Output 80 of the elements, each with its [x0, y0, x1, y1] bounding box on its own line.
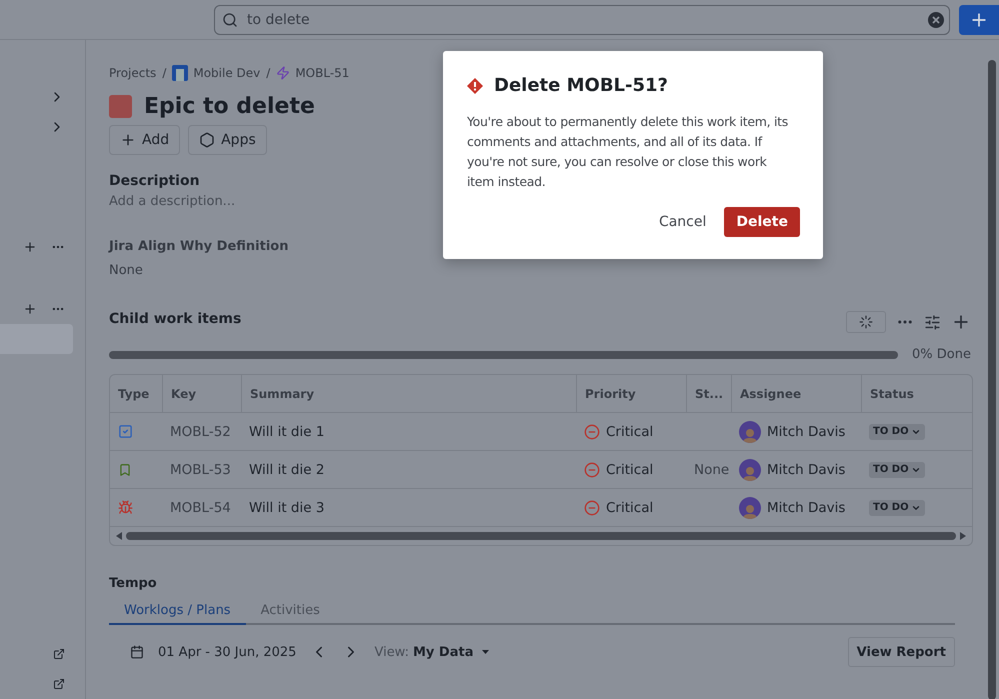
calendar-icon [130, 645, 144, 659]
create-button[interactable] [959, 4, 999, 34]
assignee-name: Mitch Davis [767, 500, 846, 516]
caret-icon [482, 650, 488, 654]
view-report-button[interactable]: View Report [848, 637, 955, 667]
assignee-name: Mitch Davis [767, 424, 846, 440]
checkbox-icon [118, 424, 133, 439]
bug-icon [118, 500, 133, 515]
breadcrumb-link[interactable]: Projects [109, 66, 156, 80]
plus-icon[interactable] [23, 240, 37, 254]
loading-button[interactable] [846, 311, 886, 333]
view-label: View: [374, 644, 409, 660]
settings-icon[interactable] [924, 314, 941, 330]
avatar-icon [739, 458, 761, 480]
breadcrumb-separator: / [266, 66, 270, 80]
priority-text: Critical [606, 500, 654, 516]
item-key[interactable]: MOBL-52 [170, 424, 231, 440]
item-summary[interactable]: Will it die 2 [249, 462, 324, 478]
assignee-name: Mitch Davis [767, 462, 846, 478]
column-header[interactable]: Summary [241, 375, 576, 412]
item-key[interactable]: MOBL-54 [170, 500, 231, 516]
breadcrumb-separator: / [162, 66, 166, 80]
date-range: 01 Apr - 30 Jun, 2025 [158, 644, 296, 660]
column-header[interactable]: Type [110, 375, 162, 412]
section-heading: Child work items [109, 311, 242, 327]
table-cell: None [694, 462, 730, 478]
page-title: Epic to delete [144, 94, 315, 119]
cancel-button[interactable]: Cancel [648, 207, 716, 237]
progress-reading: 0% Done [912, 347, 971, 362]
view-dropdown[interactable]: My Data [413, 644, 488, 660]
bookmark-icon [118, 462, 132, 476]
spinner-icon [859, 315, 873, 329]
priority-icon [584, 424, 600, 440]
column-header[interactable]: Assignee [731, 375, 861, 412]
tab[interactable]: Activities [246, 603, 335, 625]
priority-text: Critical [606, 462, 654, 478]
field-value: None [109, 263, 143, 278]
field-label: Jira Align Why Definition [109, 239, 288, 254]
description-placeholder[interactable]: Add a description... [109, 194, 236, 209]
action-button[interactable]: Add [109, 125, 180, 155]
warning-icon [467, 78, 483, 94]
hexagon-icon [199, 132, 216, 148]
priority-text: Critical [606, 424, 654, 440]
section-heading: Tempo [109, 576, 158, 591]
column-header[interactable]: Key [162, 375, 241, 412]
status-dropdown[interactable]: TO DO [869, 462, 925, 478]
item-summary[interactable]: Will it die 3 [249, 500, 324, 516]
external-link-icon[interactable] [53, 678, 65, 690]
search-field[interactable]: to delete [214, 4, 950, 34]
priority-icon [584, 500, 600, 516]
column-header[interactable]: St... [686, 375, 731, 412]
breadcrumb-link[interactable]: Mobile Dev [172, 65, 260, 81]
status-dropdown[interactable]: TO DO [869, 500, 925, 516]
plus-icon [120, 132, 136, 148]
status-dropdown[interactable]: TO DO [869, 424, 925, 440]
section-heading: Description [109, 173, 200, 189]
lightning-icon [276, 66, 290, 80]
tab[interactable]: Worklogs / Plans [109, 603, 246, 625]
plus-icon[interactable] [23, 302, 37, 316]
action-button[interactable]: Apps [188, 125, 267, 155]
avatar-icon [739, 496, 761, 518]
scrollbar-thumb[interactable] [988, 60, 996, 699]
column-header[interactable]: Priority [576, 375, 686, 412]
external-link-icon[interactable] [53, 648, 65, 660]
scroll-left-icon[interactable] [116, 532, 122, 540]
item-key[interactable]: MOBL-53 [170, 462, 231, 478]
scrollbar-thumb[interactable] [126, 532, 956, 540]
delete-button[interactable]: Delete [724, 207, 800, 237]
avatar-icon [739, 420, 761, 442]
epic-icon [109, 95, 132, 118]
column-header[interactable]: Status [861, 375, 972, 412]
project-icon [172, 65, 188, 81]
search-icon [222, 12, 238, 28]
scroll-right-icon[interactable] [960, 532, 966, 540]
dialog-title: Delete MOBL-51? [494, 75, 668, 96]
item-summary[interactable]: Will it die 1 [249, 424, 324, 440]
breadcrumb-link[interactable]: MOBL-51 [276, 66, 350, 80]
priority-icon [584, 462, 600, 478]
clear-icon[interactable] [928, 12, 944, 28]
dialog-message: You're about to permanently delete this work item, its comments and attachments, and all of its data. If you're not sure, you can resolve or close this work item instead. [467, 113, 789, 191]
